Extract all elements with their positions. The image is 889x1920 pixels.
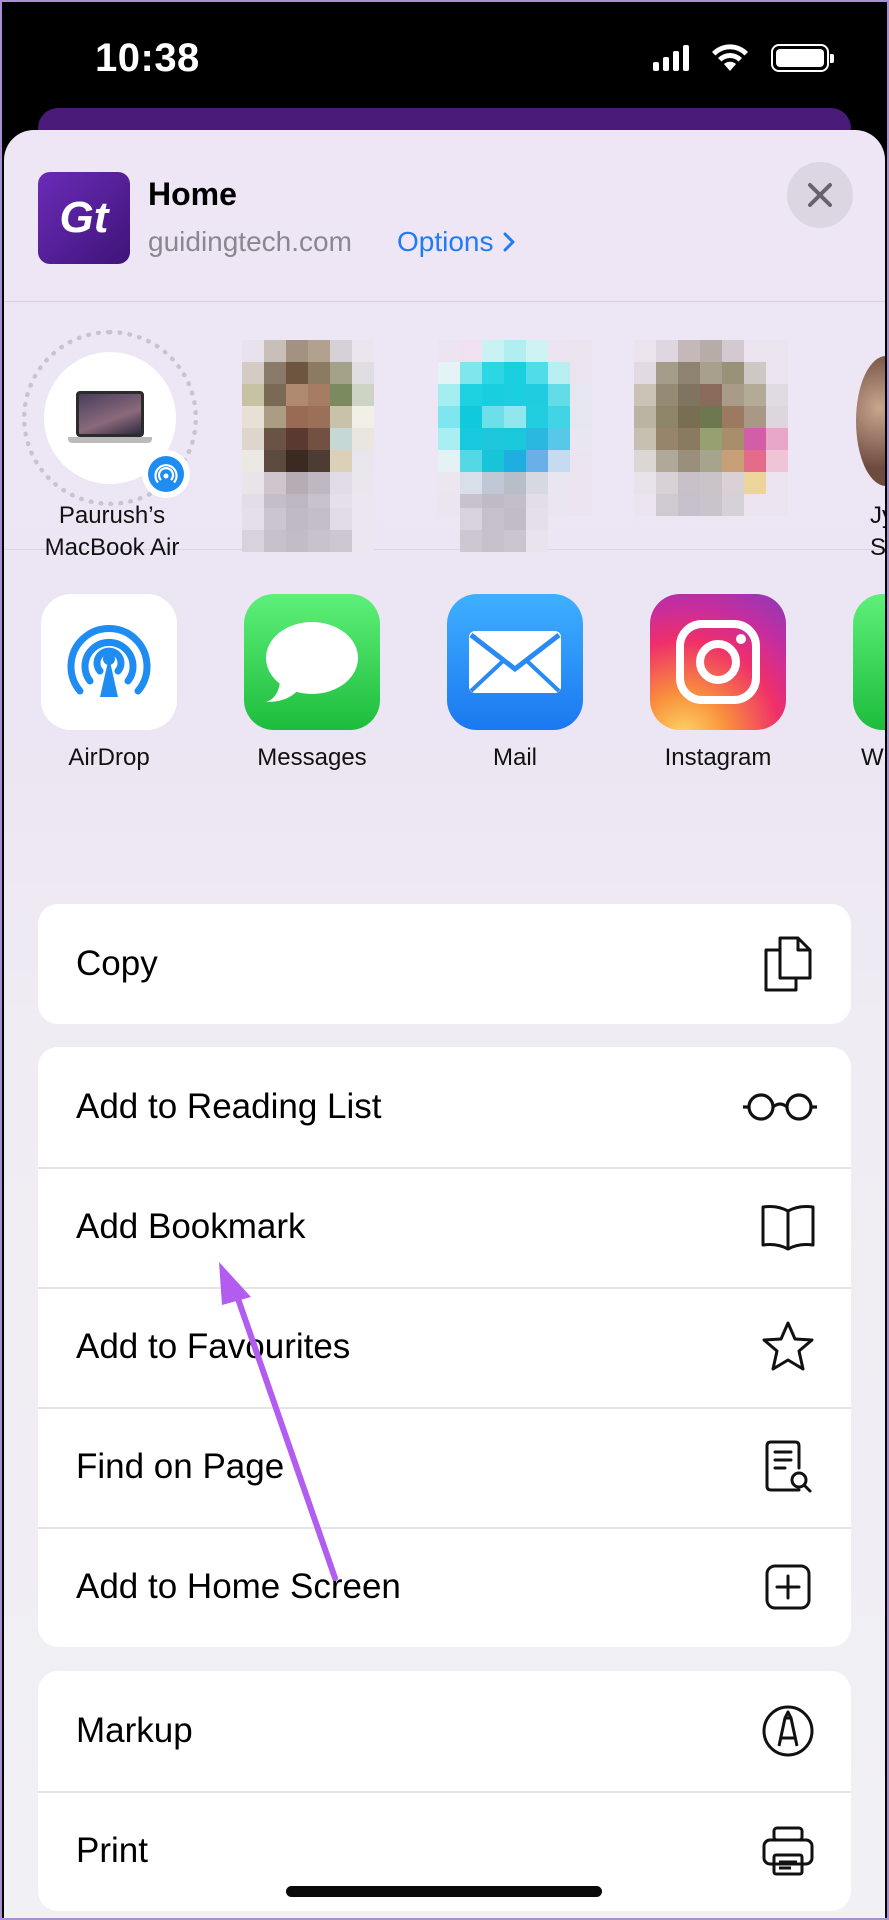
wifi-icon: [712, 44, 748, 71]
cellular-signal-icon: [653, 45, 689, 71]
app-mail[interactable]: Mail: [447, 594, 583, 772]
page-domain: guidingtech.com: [148, 226, 352, 257]
action-group-copy: Copy: [38, 904, 851, 1024]
app-label: Mail: [492, 744, 537, 771]
options-label: Options: [397, 226, 494, 257]
page-title: Home: [148, 176, 237, 212]
app-whatsapp[interactable]: Wh: [853, 594, 885, 772]
share-sheet-header: Gt Home guidingtech.com Options: [4, 130, 885, 302]
action-group-main: Add to Reading List Add Bookmark Add to …: [38, 1047, 851, 1647]
action-label: Add Bookmark: [76, 1207, 306, 1246]
battery-icon: [771, 44, 834, 72]
contact-name-blurred-2: [460, 508, 548, 552]
copy-icon: [757, 933, 819, 995]
contact-name-blurred-1: [242, 508, 374, 552]
airdrop-target-macbook[interactable]: [22, 330, 198, 506]
contact-avatar-blurred-2[interactable]: [438, 340, 592, 516]
chevron-right-icon: [503, 232, 514, 252]
action-find-on-page[interactable]: Find on Page: [38, 1407, 851, 1527]
contact-avatar-partial[interactable]: [856, 356, 885, 486]
airdrop-people-row: Paurush’s MacBook Air J S: [4, 304, 885, 561]
book-icon: [757, 1196, 819, 1258]
contact-avatar-blurred-3[interactable]: [634, 340, 788, 516]
label-line-1: Paurush’s: [58, 502, 166, 529]
plus-square-icon: [757, 1556, 819, 1618]
action-copy[interactable]: Copy: [38, 904, 851, 1024]
whatsapp-icon: [853, 594, 885, 730]
label-line-1: Jy: [870, 502, 885, 529]
laptop-icon: [68, 391, 152, 445]
options-link[interactable]: Options: [397, 226, 516, 258]
action-label: Add to Home Screen: [76, 1567, 401, 1606]
home-indicator: [286, 1886, 602, 1897]
app-label: Messages: [257, 744, 367, 771]
printer-icon: [757, 1820, 819, 1882]
instagram-icon: [650, 594, 786, 730]
status-icons: [653, 44, 834, 72]
close-button[interactable]: [787, 162, 853, 228]
app-label: AirDrop: [68, 744, 150, 771]
status-bar: 10:38: [0, 0, 889, 120]
glasses-icon: [741, 1076, 819, 1138]
action-label: Add to Favourites: [76, 1327, 351, 1366]
share-sheet: Gt Home guidingtech.com Options Paurush’…: [4, 130, 885, 1920]
contact-avatar-blurred-1[interactable]: [242, 340, 374, 516]
action-markup[interactable]: Markup: [38, 1671, 851, 1791]
action-label: Add to Reading List: [76, 1087, 382, 1126]
action-label: Copy: [76, 944, 158, 983]
app-instagram[interactable]: Instagram: [650, 594, 786, 772]
app-label: Instagram: [664, 744, 772, 771]
mail-icon: [447, 594, 583, 730]
markup-pen-icon: [757, 1700, 819, 1762]
share-apps-row: AirDrop Messages Mail Instagram W: [4, 550, 885, 780]
airdrop-badge-icon: [144, 452, 188, 496]
app-messages[interactable]: Messages: [244, 594, 380, 772]
action-add-to-home-screen[interactable]: Add to Home Screen: [38, 1527, 851, 1647]
action-add-bookmark[interactable]: Add Bookmark: [38, 1167, 851, 1287]
app-airdrop[interactable]: AirDrop: [41, 594, 177, 772]
app-label: Wh: [861, 744, 885, 771]
star-icon: [757, 1316, 819, 1378]
action-add-to-favourites[interactable]: Add to Favourites: [38, 1287, 851, 1407]
action-group-markup: Markup Print: [38, 1671, 851, 1911]
find-document-icon: [757, 1436, 819, 1498]
action-add-to-reading-list[interactable]: Add to Reading List: [38, 1047, 851, 1167]
action-label: Print: [76, 1831, 148, 1870]
airdrop-icon: [41, 594, 177, 730]
action-label: Markup: [76, 1711, 193, 1750]
close-icon: [808, 183, 832, 207]
messages-icon: [244, 594, 380, 730]
action-label: Find on Page: [76, 1447, 285, 1486]
status-time: 10:38: [95, 36, 200, 80]
site-logo: Gt: [38, 172, 130, 264]
